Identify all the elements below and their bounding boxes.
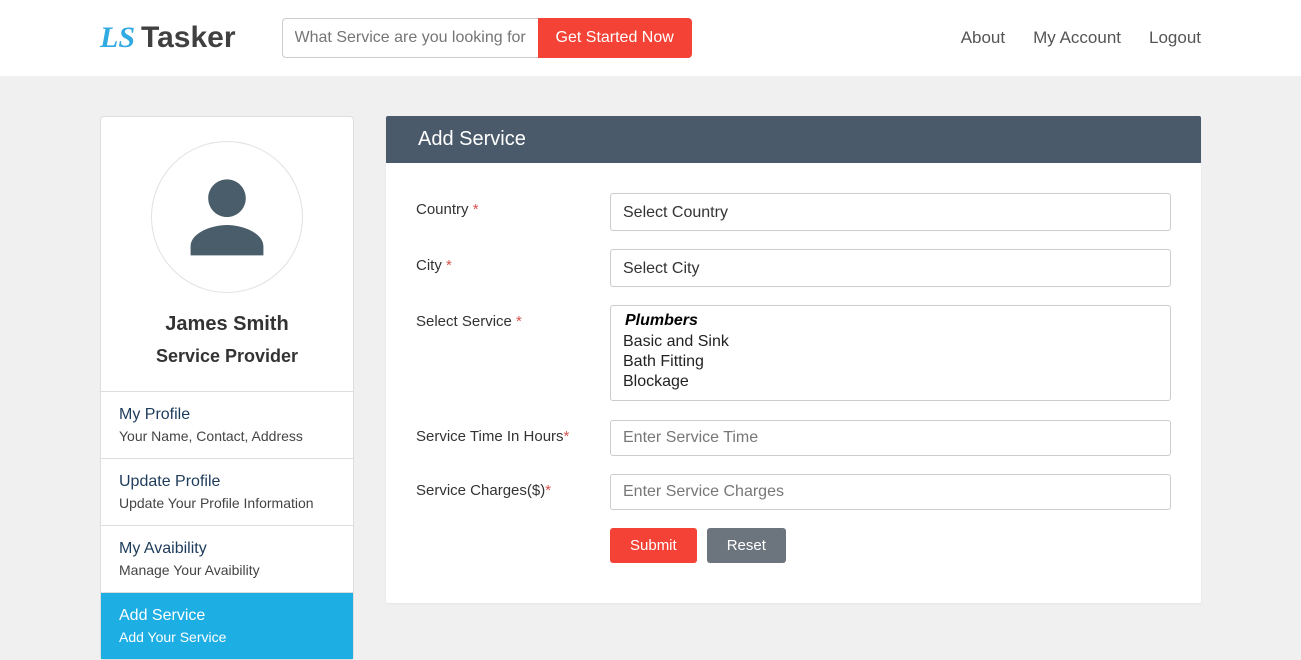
row-city: City * Select City xyxy=(416,249,1171,287)
sidebar-item-sub: Manage Your Avaibility xyxy=(119,562,335,578)
profile-name: James Smith xyxy=(113,313,341,336)
nav-logout[interactable]: Logout xyxy=(1149,28,1201,48)
label-country: Country * xyxy=(416,193,610,218)
page-container: James Smith Service Provider My Profile … xyxy=(0,76,1301,660)
search-wrap: Get Started Now xyxy=(282,18,692,58)
button-row: Submit Reset xyxy=(610,528,1171,563)
nav-about[interactable]: About xyxy=(961,28,1005,48)
reset-button[interactable]: Reset xyxy=(707,528,786,563)
sidebar-item-update-profile[interactable]: Update Profile Update Your Profile Infor… xyxy=(101,458,353,525)
row-service-time: Service Time In Hours* xyxy=(416,420,1171,456)
row-country: Country * Select Country xyxy=(416,193,1171,231)
sidebar-item-add-service[interactable]: Add Service Add Your Service xyxy=(101,592,353,659)
logo-text: Tasker xyxy=(141,21,236,55)
submit-button[interactable]: Submit xyxy=(610,528,697,563)
sidebar-item-sub: Your Name, Contact, Address xyxy=(119,428,335,444)
service-option: Basic and Sink xyxy=(623,332,1158,352)
sidebar-item-my-profile[interactable]: My Profile Your Name, Contact, Address xyxy=(101,391,353,458)
sidebar-item-title: Add Service xyxy=(119,607,335,625)
panel-title: Add Service xyxy=(386,116,1201,163)
label-service: Select Service * xyxy=(416,305,610,330)
get-started-button[interactable]: Get Started Now xyxy=(538,18,692,58)
sidebar-item-sub: Update Your Profile Information xyxy=(119,495,335,511)
service-group-plumbers: Basic and Sink Bath Fitting Blockage xyxy=(623,312,1158,392)
country-select[interactable]: Select Country xyxy=(610,193,1171,231)
top-bar: LS Tasker Get Started Now About My Accou… xyxy=(0,0,1301,76)
profile-box: James Smith Service Provider xyxy=(101,117,353,391)
row-service: Select Service * Basic and Sink Bath Fit… xyxy=(416,305,1171,402)
logo-prefix: LS xyxy=(100,21,135,55)
row-service-charges: Service Charges($)* xyxy=(416,474,1171,510)
profile-role: Service Provider xyxy=(113,346,341,367)
label-service-charges: Service Charges($)* xyxy=(416,474,610,499)
logo[interactable]: LS Tasker xyxy=(100,21,236,55)
label-service-time: Service Time In Hours* xyxy=(416,420,610,445)
nav-my-account[interactable]: My Account xyxy=(1033,28,1121,48)
sidebar: James Smith Service Provider My Profile … xyxy=(100,116,354,660)
avatar xyxy=(151,141,303,293)
sidebar-item-my-availability[interactable]: My Avaibility Manage Your Avaibility xyxy=(101,525,353,592)
search-input[interactable] xyxy=(282,18,538,58)
service-select[interactable]: Basic and Sink Bath Fitting Blockage xyxy=(610,305,1171,401)
sidebar-item-sub: Add Your Service xyxy=(119,629,335,645)
label-city: City * xyxy=(416,249,610,274)
service-time-input[interactable] xyxy=(610,420,1171,456)
service-option: Bath Fitting xyxy=(623,352,1158,372)
top-nav: About My Account Logout xyxy=(961,28,1201,48)
add-service-form: Country * Select Country City * Select C… xyxy=(386,163,1201,563)
user-icon xyxy=(181,171,273,263)
sidebar-item-title: My Profile xyxy=(119,406,335,424)
city-select[interactable]: Select City xyxy=(610,249,1171,287)
sidebar-item-title: My Avaibility xyxy=(119,540,335,558)
main-panel: Add Service Country * Select Country Cit… xyxy=(386,116,1201,603)
service-option: Blockage xyxy=(623,372,1158,392)
sidebar-item-title: Update Profile xyxy=(119,473,335,491)
sidebar-menu: My Profile Your Name, Contact, Address U… xyxy=(101,391,353,659)
service-charges-input[interactable] xyxy=(610,474,1171,510)
